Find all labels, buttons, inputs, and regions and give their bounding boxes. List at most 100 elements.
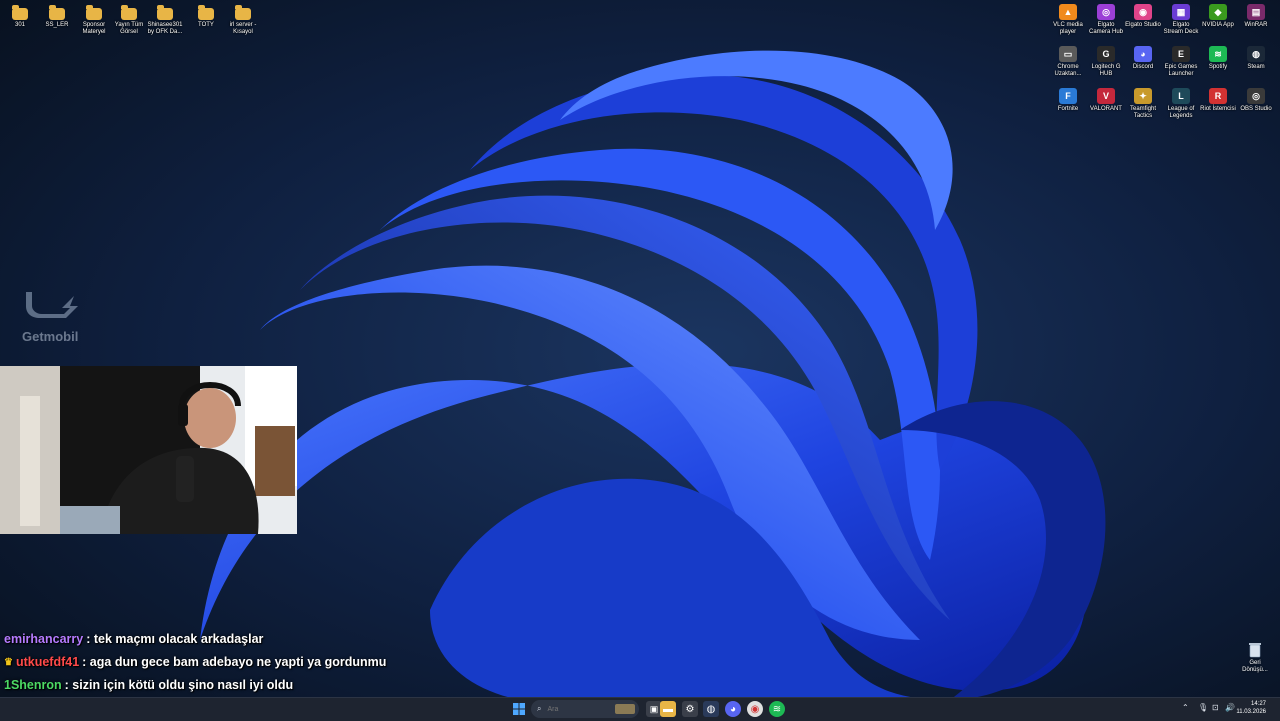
desktop-icon-label: Logitech G HUB xyxy=(1091,64,1121,77)
search-highlight-icon xyxy=(615,704,635,714)
volume-icon[interactable]: 🔊 xyxy=(1225,703,1235,712)
chat-message: 1Shenron: sizin için kötü oldu şino nası… xyxy=(4,674,524,697)
edge-task-icon[interactable]: ⚙ xyxy=(682,701,698,717)
desktop-icon-label: Elgato Stream Deck xyxy=(1163,22,1199,35)
desktop-icon[interactable]: ◉ Elgato Studio xyxy=(1123,4,1163,29)
chat-message: emirhancarry: tek maçmı olacak arkadaşla… xyxy=(4,628,524,651)
desktop-icon[interactable]: V VALORANT xyxy=(1086,88,1126,113)
desktop-icon-label: 301 xyxy=(14,22,25,28)
recycle-bin-label: Geri Dönüşü... xyxy=(1242,660,1268,673)
discord-icon: ◕ xyxy=(1134,46,1152,62)
taskbar: ⌕ ▣ ▬ ⚙ ◍ ◕ ◉ ≋ ⌃ 🎙 ⊡ 🔊 14:27 11.03.2026 xyxy=(0,697,1280,721)
epic-games-icon: E xyxy=(1172,46,1190,62)
desktop-icon[interactable]: ▭ Chrome Uzaktan... xyxy=(1048,46,1088,78)
crown-icon: ♛ xyxy=(4,657,13,668)
folder-icon xyxy=(198,5,214,20)
valorant-icon: V xyxy=(1097,88,1115,104)
desktop-icon-label: WinRAR xyxy=(1244,22,1268,28)
logitech-ghub-icon: G xyxy=(1097,46,1115,62)
desktop-icon-label: SS_LER xyxy=(45,22,69,28)
winrar-icon: ▤ xyxy=(1247,4,1265,20)
obs-icon: ◎ xyxy=(1247,88,1265,104)
desktop-icon[interactable]: irl server - Kısayol xyxy=(223,5,263,36)
desktop-icon[interactable]: Yayın Tüm Görsel xyxy=(109,5,149,36)
desktop-icon-label: NVIDIA App xyxy=(1202,22,1234,28)
microphone-icon[interactable]: 🎙 xyxy=(1198,703,1208,712)
desktop-icon[interactable]: Shinasee301 by OFK Da... xyxy=(145,5,185,36)
desktop-icon-label: VLC media player xyxy=(1053,22,1083,35)
league-of-legends-icon: L xyxy=(1172,88,1190,104)
folder-icon xyxy=(157,5,173,20)
desktop-icon[interactable]: E Epic Games Launcher xyxy=(1161,46,1201,78)
recycle-bin-icon xyxy=(1249,643,1261,658)
desktop-icon-label: Sponsor Materyel xyxy=(82,22,106,35)
taskbar-clock[interactable]: 14:27 11.03.2026 xyxy=(1236,700,1266,716)
desktop-icon[interactable]: Sponsor Materyel xyxy=(74,5,114,36)
webcam-overlay xyxy=(0,366,297,534)
desktop-icon[interactable]: ◍ Steam xyxy=(1236,46,1276,71)
desktop-icon[interactable]: ▲ VLC media player xyxy=(1048,4,1088,36)
steam-taskbar-icon[interactable]: ◍ xyxy=(703,701,719,717)
desktop-icon[interactable]: ▦ Elgato Stream Deck xyxy=(1161,4,1201,36)
desktop-icon-label: Chrome Uzaktan... xyxy=(1054,64,1082,77)
vlc-icon: ▲ xyxy=(1059,4,1077,20)
chrome-remote-icon: ▭ xyxy=(1059,46,1077,62)
desktop-icon-label: Teamfight Tactics xyxy=(1129,106,1156,119)
start-button[interactable] xyxy=(511,701,527,717)
clock-time: 14:27 xyxy=(1250,701,1266,707)
chat-username: utkuefdf41 xyxy=(15,655,80,669)
desktop-icon-label: Steam xyxy=(1247,64,1265,70)
desktop-icon-label: Epic Games Launcher xyxy=(1164,64,1198,77)
chat-message: ♛ utkuefdf41: aga dun gece bam adebayo ne… xyxy=(4,651,524,674)
taskbar-search[interactable]: ⌕ xyxy=(531,700,639,718)
folder-icon xyxy=(12,5,28,20)
desktop-icon[interactable]: SS_LER xyxy=(37,5,77,29)
desktop-icon[interactable]: ✦ Teamfight Tactics xyxy=(1123,88,1163,120)
nvidia-icon: ◆ xyxy=(1209,4,1227,20)
watermark-text: Getmobil xyxy=(22,329,79,344)
desktop-icon[interactable]: ◕ Discord xyxy=(1123,46,1163,71)
task-view-icon: ▣ xyxy=(649,703,659,714)
desktop-icon[interactable]: R Riot İstemcisi xyxy=(1198,88,1238,113)
folder-icon xyxy=(86,5,102,20)
desktop-icon[interactable]: ◆ NVIDIA App xyxy=(1198,4,1238,29)
search-input[interactable] xyxy=(545,704,610,714)
desktop-icon-label: Spotify xyxy=(1208,64,1228,70)
recycle-bin[interactable]: Geri Dönüşü... xyxy=(1241,642,1269,674)
network-icon[interactable]: ⊡ xyxy=(1212,703,1219,712)
elgato-studio-icon: ◉ xyxy=(1134,4,1152,20)
desktop-icon-label: Yayın Tüm Görsel xyxy=(114,22,144,35)
file-explorer-icon[interactable]: ▬ xyxy=(660,701,676,717)
chrome-icon[interactable]: ◉ xyxy=(747,701,763,717)
chat-text: : tek maçmı olacak arkadaşlar xyxy=(86,632,264,646)
chat-text: : aga dun gece bam adebayo ne yapti ya g… xyxy=(82,655,387,669)
desktop-icon[interactable]: ◎ OBS Studio xyxy=(1236,88,1276,113)
chat-text: : sizin için kötü oldu şino nasıl iyi ol… xyxy=(64,678,294,692)
desktop-icon[interactable]: G Logitech G HUB xyxy=(1086,46,1126,78)
desktop-icon[interactable]: ▤ WinRAR xyxy=(1236,4,1276,29)
desktop-icon[interactable]: F Fortnite xyxy=(1048,88,1088,113)
desktop-icon-label: TOTY xyxy=(198,22,214,28)
teamfight-tactics-icon: ✦ xyxy=(1134,88,1152,104)
folder-shortcut-icon xyxy=(235,5,251,20)
discord-taskbar-icon[interactable]: ◕ xyxy=(725,701,741,717)
desktop-icon-label: Elgato Camera Hub xyxy=(1088,22,1123,35)
riot-client-icon: R xyxy=(1209,88,1227,104)
desktop-icon[interactable]: TOTY xyxy=(186,5,226,29)
desktop-icon-label: Elgato Studio xyxy=(1125,22,1161,28)
tray-chevron-icon[interactable]: ⌃ xyxy=(1182,703,1189,712)
spotify-taskbar-icon[interactable]: ≋ xyxy=(769,701,785,717)
desktop-icon-label: irl server - Kısayol xyxy=(229,22,257,35)
desktop-icon[interactable]: ≋ Spotify xyxy=(1198,46,1238,71)
desktop-icon[interactable]: 301 xyxy=(0,5,40,29)
desktop-icon[interactable]: ◎ Elgato Camera Hub xyxy=(1086,4,1126,36)
fortnite-icon: F xyxy=(1059,88,1077,104)
windows-logo-icon xyxy=(513,703,525,715)
search-icon: ⌕ xyxy=(537,704,542,713)
getmobil-watermark: Getmobil xyxy=(22,288,92,344)
desktop-icon-label: Riot İstemcisi xyxy=(1200,106,1236,112)
steam-icon: ◍ xyxy=(1247,46,1265,62)
desktop-icon-label: OBS Studio xyxy=(1240,106,1272,112)
desktop-icon[interactable]: L League of Legends xyxy=(1161,88,1201,120)
desktop-icon-label: VALORANT xyxy=(1090,106,1122,112)
